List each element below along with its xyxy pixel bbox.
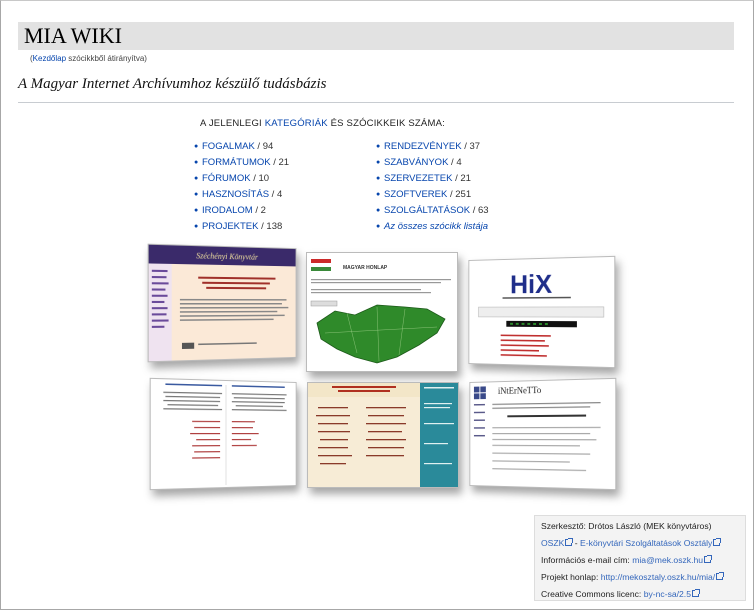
thumbnail-directory-image <box>308 383 458 487</box>
bullet-icon: ● <box>376 223 381 230</box>
category-item: ● FORMÁTUMOK / 21 <box>194 155 289 171</box>
divider <box>18 102 734 103</box>
category-list-right: ● RENDEZVÉNYEK / 37 ● SZABVÁNYOK / 4 ● SZER… <box>376 139 489 235</box>
categories-heading: A JELENLEGI KATEGÓRIÁK ÉS SZÓCIKKEIK SZÁ… <box>200 118 445 129</box>
license-label: Creative Commons licenc: <box>541 589 644 599</box>
category-item: ● SZOFTVEREK / 251 <box>376 187 489 203</box>
category-count: / 37 <box>461 141 481 152</box>
editor-infobox: Szerkesztő: Drótos László (MEK könyvtáro… <box>534 515 746 601</box>
category-link[interactable]: SZABVÁNYOK <box>384 157 448 168</box>
thumbnail-1-title: Széchényi Könyvtár <box>196 251 259 261</box>
category-link[interactable]: FOGALMAK <box>202 141 255 152</box>
category-count: / 21 <box>270 157 290 168</box>
license-link[interactable]: by-nc-sa/2.5 <box>644 589 691 599</box>
external-link-icon <box>716 572 725 580</box>
category-link[interactable]: IRODALOM <box>202 205 253 216</box>
bullet-icon: ● <box>194 159 199 166</box>
categories-link[interactable]: KATEGÓRIÁK <box>265 118 328 129</box>
thumbnail-listing-image <box>163 383 287 486</box>
bullet-icon: ● <box>376 175 381 182</box>
license-line: Creative Commons licenc: by-nc-sa/2.5 <box>541 586 745 603</box>
email-link[interactable]: mia@mek.oszk.hu <box>632 555 703 565</box>
category-list-left: ● FOGALMAK / 94 ● FORMÁTUMOK / 21 ● FÓRUMOK… <box>194 139 289 235</box>
bullet-icon: ● <box>194 207 199 214</box>
category-count: / 94 <box>254 141 274 152</box>
editor-line: Szerkesztő: Drótos László (MEK könyvtáro… <box>541 521 712 531</box>
bullet-icon: ● <box>194 175 199 182</box>
email-line: Információs e-mail cím: mia@mek.oszk.hu <box>541 552 745 569</box>
bullet-icon: ● <box>194 223 199 230</box>
homepage-link[interactable]: http://mekosztaly.oszk.hu/mia/ <box>601 572 715 582</box>
homepage-label: Projekt honlap: <box>541 572 601 582</box>
category-link[interactable]: FORMÁTUMOK <box>202 157 271 168</box>
bullet-icon: ● <box>376 207 381 214</box>
department-link[interactable]: E-könyvtári Szolgáltatások Osztály <box>580 538 712 548</box>
category-count: / 4 <box>269 189 283 200</box>
thumbnail-hix[interactable]: HiX <box>468 255 616 369</box>
categories-heading-prefix: A JELENLEGI <box>200 118 265 129</box>
category-link[interactable]: FÓRUMOK <box>202 173 251 184</box>
category-link[interactable]: SZOFTVEREK <box>384 189 447 200</box>
category-item: ● PROJEKTEK / 138 <box>194 219 289 235</box>
category-count: / 138 <box>258 221 283 232</box>
thumbnail-magyar-honlap[interactable]: MAGYAR HONLAP <box>306 252 458 372</box>
category-item: ● SZABVÁNYOK / 4 <box>376 155 489 171</box>
thumbnail-magyar-honlap-image: MAGYAR HONLAP <box>310 259 451 364</box>
page-title: MIA WIKI <box>24 23 122 48</box>
category-item: ● Az összes szócikk listája <box>376 219 489 235</box>
department-line: OSZK - E-könyvtári Szolgáltatások Osztál… <box>541 535 745 552</box>
category-count: / 251 <box>447 189 472 200</box>
category-count: / 2 <box>252 205 266 216</box>
category-count: / 10 <box>250 173 270 184</box>
category-item: ● FÓRUMOK / 10 <box>194 171 289 187</box>
page-tagline: A Magyar Internet Archívumhoz készülő tu… <box>18 76 327 92</box>
redirect-note: (Kezdőlap szócikkből átirányítva) <box>30 54 147 63</box>
category-count: / 4 <box>448 157 462 168</box>
external-link-icon <box>713 538 722 546</box>
department-separator: - <box>572 538 581 548</box>
categories-heading-suffix: ÉS SZÓCIKKEIK SZÁMA: <box>327 118 445 129</box>
category-link[interactable]: SZERVEZETEK <box>384 173 452 184</box>
external-link-icon <box>691 589 700 597</box>
category-link[interactable]: HASZNOSÍTÁS <box>202 189 269 200</box>
thumbnail-6-title: iNtErNeTTo <box>498 385 542 396</box>
oszk-link[interactable]: OSZK <box>541 538 564 548</box>
category-item: ● SZERVEZETEK / 21 <box>376 171 489 187</box>
redirect-suffix: szócikkből átirányítva) <box>66 54 147 63</box>
category-link[interactable]: SZOLGÁLTATÁSOK <box>384 205 470 216</box>
bullet-icon: ● <box>376 191 381 198</box>
category-link[interactable]: RENDEZVÉNYEK <box>384 141 462 152</box>
bullet-icon: ● <box>194 143 199 150</box>
category-count: / 63 <box>470 205 489 216</box>
thumbnail-listing[interactable] <box>149 377 297 491</box>
thumbnail-internetto[interactable]: iNtErNeTTo <box>469 377 617 491</box>
external-link-icon <box>565 538 574 546</box>
category-item: ● FOGALMAK / 94 <box>194 139 289 155</box>
thumbnail-2-title: MAGYAR HONLAP <box>343 265 388 271</box>
category-link[interactable]: PROJEKTEK <box>202 221 259 232</box>
all-articles-link[interactable]: Az összes szócikk listája <box>384 221 488 232</box>
thumbnail-szechenyi-image: Széchényi Könyvtár <box>148 244 296 362</box>
thumbnail-3-title: HiX <box>510 270 552 299</box>
category-item: ● IRODALOM / 2 <box>194 203 289 219</box>
bullet-icon: ● <box>376 143 381 150</box>
thumbnail-internetto-image: iNtErNeTTo <box>473 385 601 472</box>
title-bar: MIA WIKI <box>18 22 734 50</box>
redirect-link[interactable]: Kezdőlap <box>33 54 66 63</box>
bullet-icon: ● <box>194 191 199 198</box>
thumbnail-szechenyi[interactable]: Széchényi Könyvtár <box>147 243 297 363</box>
homepage-line: Projekt honlap: http://mekosztaly.oszk.h… <box>541 569 745 586</box>
category-item: ● RENDEZVÉNYEK / 37 <box>376 139 489 155</box>
external-link-icon <box>704 555 713 563</box>
thumbnail-directory[interactable] <box>307 382 459 488</box>
bullet-icon: ● <box>376 159 381 166</box>
category-item: ● SZOLGÁLTATÁSOK / 63 <box>376 203 489 219</box>
email-label: Információs e-mail cím: <box>541 555 633 565</box>
category-count: / 21 <box>452 173 471 184</box>
thumbnail-hix-image: HiX <box>469 270 614 357</box>
category-item: ● HASZNOSÍTÁS / 4 <box>194 187 289 203</box>
